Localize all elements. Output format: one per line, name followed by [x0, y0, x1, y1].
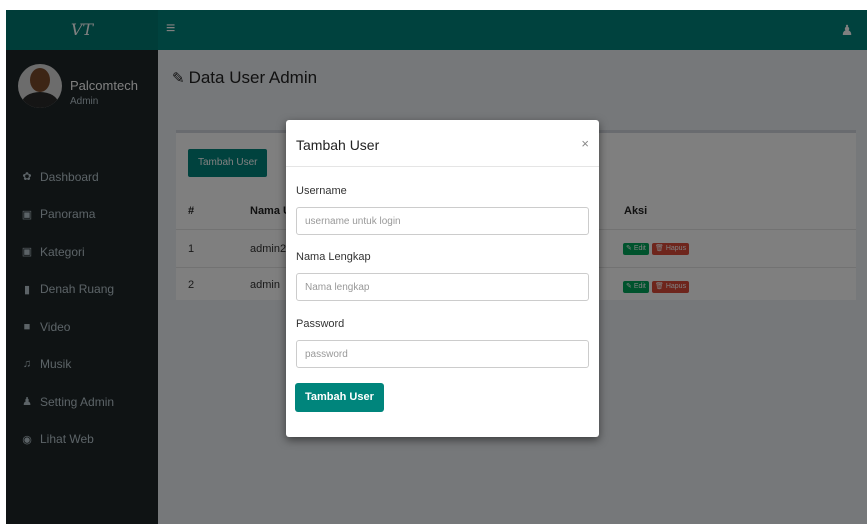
username-label: Username [296, 185, 347, 197]
app-window: VT ≡ ♟ Palcomtech Admin ✿ Dashboard ▣ Pa… [6, 10, 867, 524]
fullname-label: Nama Lengkap [296, 251, 371, 263]
modal-divider [286, 166, 599, 167]
modal-title: Tambah User [296, 137, 380, 153]
password-label: Password [296, 318, 345, 330]
add-user-modal: Tambah User × Username Nama Lengkap Pass… [286, 120, 599, 437]
fullname-input[interactable] [296, 273, 589, 301]
submit-add-user-button[interactable]: Tambah User [295, 383, 384, 412]
password-input[interactable] [296, 340, 589, 368]
close-icon[interactable]: × [581, 136, 589, 151]
username-input[interactable] [296, 207, 589, 235]
